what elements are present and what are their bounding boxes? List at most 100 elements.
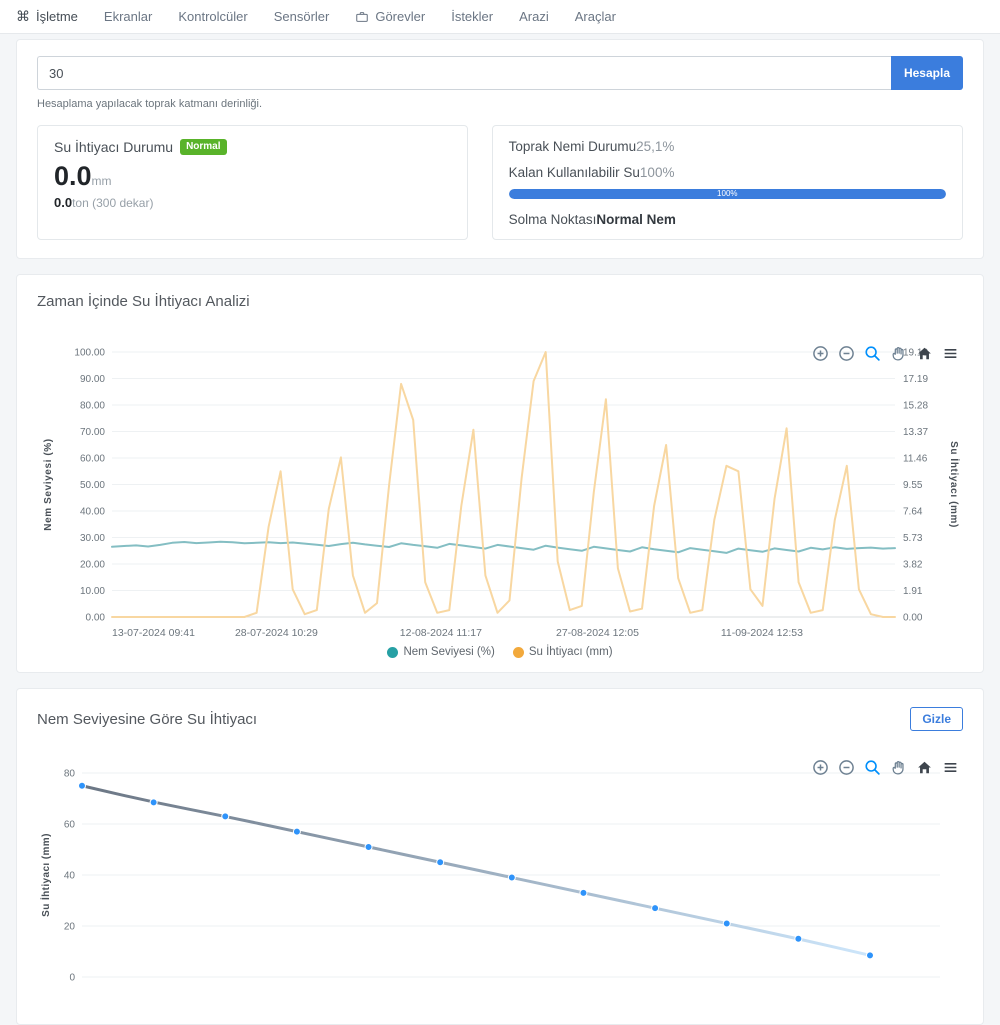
x-tick: 27-08-2024 12:05 [556,627,639,639]
data-point [580,889,587,896]
nav-item-isletme[interactable]: ⌘ İşletme [16,8,78,25]
y-left-tick: 100.00 [74,348,105,359]
y-right-tick: 7.64 [903,507,923,518]
data-point [867,952,874,959]
pan-icon[interactable] [890,345,907,362]
menu-icon[interactable] [942,759,959,776]
humidity-line [112,542,895,553]
y-left-tick: 10.00 [80,586,105,597]
y-left-tick: 60.00 [80,454,105,465]
water-calculation-card: Hesapla Hesaplama yapılacak toprak katma… [16,39,984,259]
wilting-point-label: Solma Noktası [509,212,597,227]
data-point [437,859,444,866]
y-left-tick: 0.00 [86,613,106,624]
chart2-title: Nem Seviyesine Göre Su İhtiyacı [37,711,257,728]
nav-item-gorevler[interactable]: Görevler [355,9,425,24]
nav-label: Ekranlar [104,9,152,24]
data-point [150,799,157,806]
y-tick: 80 [64,769,76,780]
mm-unit-label: mm [92,174,112,188]
y-right-tick: 15.28 [903,401,928,412]
available-water-progressbar: 100% [509,189,946,199]
x-tick: 11-09-2024 12:53 [721,627,803,639]
soil-moisture-card: Toprak Nemi Durumu25,1% Kalan Kullanılab… [492,125,963,240]
water-need-mm-value: 0.0 [54,161,92,191]
chart1-title: Zaman İçinde Su İhtiyacı Analizi [37,293,963,310]
data-point [222,813,229,820]
data-point [795,935,802,942]
x-tick: 13-07-2024 09:41 [112,627,195,639]
y-right-tick: 3.82 [903,560,923,571]
nav-item-kontrolculer[interactable]: Kontrolcüler [178,9,247,24]
data-point [293,828,300,835]
zoom-in-icon[interactable] [812,345,829,362]
home-icon[interactable] [916,345,933,362]
y-left-tick: 50.00 [80,480,105,491]
chart1-toolbar [812,345,959,362]
depth-input-group: Hesapla [37,56,963,90]
legend-marker [387,647,398,658]
calculate-button[interactable]: Hesapla [891,56,963,90]
available-water-value: 100% [640,165,675,180]
chart1-legend: Nem Seviyesi (%) Su İhtiyacı (mm) [37,646,963,658]
data-point [365,843,372,850]
legend-item[interactable]: Su İhtiyacı (mm) [513,646,613,658]
x-tick: 28-07-2024 10:29 [235,627,318,639]
hide-button[interactable]: Gizle [910,707,963,731]
y-right-tick: 11.46 [903,454,928,465]
data-point [723,920,730,927]
wilting-point-value: Normal Nem [596,212,676,227]
y-left-tick: 90.00 [80,374,105,385]
y-right-tick: 0.00 [903,613,923,624]
nav-item-araclar[interactable]: Araçlar [575,9,616,24]
nav-item-ekranlar[interactable]: Ekranlar [104,9,152,24]
legend-item[interactable]: Nem Seviyesi (%) [387,646,494,658]
nav-item-sensorler[interactable]: Sensörler [274,9,330,24]
briefcase-icon [355,10,369,24]
data-point [79,782,86,789]
ton-unit-label: ton (300 dekar) [72,196,153,210]
nav-label: Kontrolcüler [178,9,247,24]
selection-zoom-icon[interactable] [864,759,881,776]
nav-label: İşletme [36,9,78,24]
y-left-tick: 80.00 [80,401,105,412]
y-right-tick: 17.19 [903,374,928,385]
available-water-label: Kalan Kullanılabilir Su [509,165,640,180]
time-analysis-chart[interactable]: 100.0019.1090.0017.1980.0015.2870.0013.3… [37,344,965,644]
soil-depth-input[interactable] [37,56,891,90]
zoom-out-icon[interactable] [838,345,855,362]
y-right-axis-title: Su İhtiyacı (mm) [948,441,961,528]
y-left-axis-title: Nem Seviyesi (%) [43,438,54,530]
menu-icon[interactable] [942,345,959,362]
y-right-tick: 13.37 [903,427,928,438]
y-axis-title: Su İhtiyacı (mm) [39,833,52,917]
zoom-in-icon[interactable] [812,759,829,776]
water-need-ton-value: 0.0 [54,195,72,210]
y-left-tick: 70.00 [80,427,105,438]
y-right-tick: 5.73 [903,533,923,544]
y-left-tick: 40.00 [80,507,105,518]
demand-curve [82,786,870,956]
pan-icon[interactable] [890,759,907,776]
soil-moisture-label: Toprak Nemi Durumu [509,139,637,154]
soil-moisture-value: 25,1% [636,139,674,154]
chart2-toolbar [812,759,959,776]
legend-label: Su İhtiyacı (mm) [529,646,613,658]
water-need-status-card: Su İhtiyacı Durumu Normal 0.0mm 0.0ton (… [37,125,468,240]
nav-label: Araçlar [575,9,616,24]
home-icon[interactable] [916,759,933,776]
status-badge: Normal [180,139,226,155]
y-tick: 0 [69,973,75,984]
selection-zoom-icon[interactable] [864,345,881,362]
x-tick: 12-08-2024 11:17 [400,627,482,639]
moisture-demand-chart[interactable]: 806040200Su İhtiyacı (mm) [37,765,965,1010]
zoom-out-icon[interactable] [838,759,855,776]
y-right-tick: 9.55 [903,480,923,491]
y-tick: 20 [64,922,76,933]
data-point [508,874,515,881]
nav-item-istekler[interactable]: İstekler [451,9,493,24]
legend-marker [513,647,524,658]
water-need-title: Su İhtiyacı Durumu [54,139,173,155]
nav-label: Sensörler [274,9,330,24]
nav-item-arazi[interactable]: Arazi [519,9,549,24]
